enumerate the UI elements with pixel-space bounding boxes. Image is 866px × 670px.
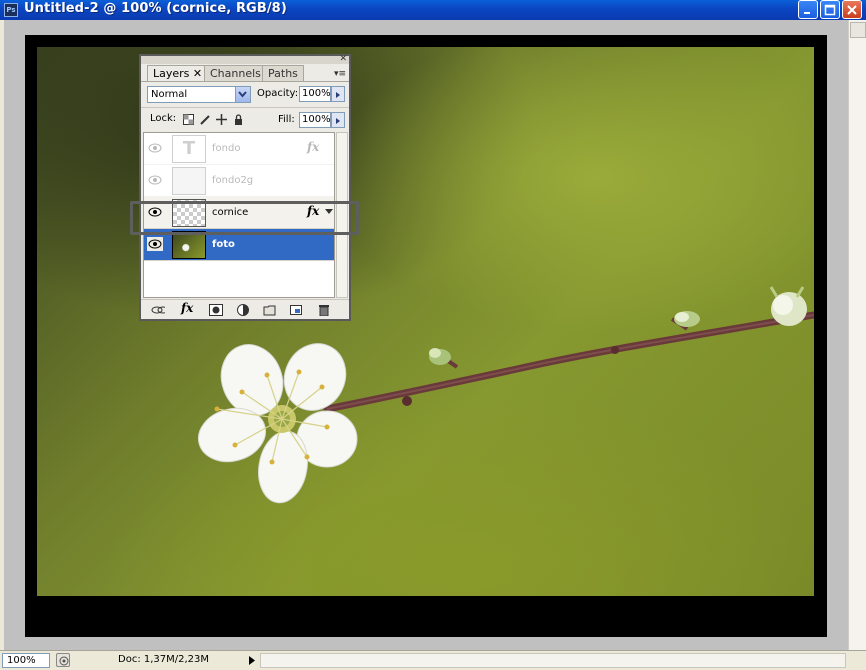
layers-toolbar: fx (141, 299, 349, 319)
tab-close-icon[interactable]: ✕ (193, 67, 202, 80)
panel-menu-icon[interactable]: ▾≡ (334, 69, 346, 79)
opacity-field[interactable]: 100% (299, 86, 331, 102)
mask-icon[interactable] (209, 304, 223, 316)
layer-name: fondo2g (212, 175, 254, 186)
opacity-arrow-button[interactable] (331, 86, 345, 102)
photoshop-document-window: Ps Untitled-2 @ 100% (cornice, RGB/8) ✕ … (0, 0, 866, 670)
minimize-icon (804, 12, 810, 14)
layer-name: foto (212, 239, 235, 250)
opacity-label: Opacity: (257, 88, 299, 99)
panel-close-icon[interactable]: ✕ (339, 54, 347, 64)
fill-arrow-button[interactable] (331, 112, 345, 128)
minimize-button[interactable] (798, 0, 818, 19)
close-icon (847, 5, 857, 15)
fill-field[interactable]: 100% (299, 112, 331, 128)
eye-icon[interactable] (147, 237, 163, 251)
eye-icon[interactable] (147, 173, 163, 187)
tab-channels[interactable]: Channels (204, 65, 267, 81)
zoom-level-field[interactable]: 100% (2, 653, 50, 668)
lock-move-icon[interactable] (216, 114, 227, 125)
lock-label: Lock: (150, 113, 177, 124)
new-layer-icon[interactable] (289, 304, 303, 316)
chevron-right-icon (336, 92, 340, 98)
close-button[interactable] (842, 0, 862, 19)
blend-mode-select[interactable]: Normal (147, 86, 251, 103)
layer-row-fondo[interactable]: T fondo fx (144, 133, 334, 165)
tab-paths[interactable]: Paths (262, 65, 304, 81)
horizontal-scrollbar[interactable] (260, 653, 846, 668)
status-info-icon[interactable] (56, 653, 70, 667)
status-bar: 100% Doc: 1,37M/2,23M (0, 650, 866, 670)
panel-drag-bar[interactable]: ✕ (141, 54, 349, 64)
link-icon[interactable] (151, 304, 165, 316)
cornice-layer-highlight (130, 201, 359, 235)
status-menu-arrow-icon[interactable] (246, 653, 258, 668)
fill-label: Fill: (278, 114, 295, 125)
fx-icon[interactable]: fx (307, 140, 319, 154)
photo-layer-thumbnail (172, 231, 206, 259)
lock-brush-icon[interactable] (200, 114, 211, 125)
layer-row-fondo2g[interactable]: fondo2g (144, 165, 334, 197)
layers-panel[interactable]: ✕ Layers ✕ Channels Paths ▾≡ Normal Opac… (139, 54, 351, 321)
tab-layers[interactable]: Layers ✕ (147, 65, 209, 81)
folder-icon[interactable] (263, 304, 277, 316)
layer-name: fondo (212, 143, 241, 154)
window-title: Untitled-2 @ 100% (cornice, RGB/8) (24, 1, 287, 16)
eye-icon[interactable] (147, 141, 163, 155)
trash-icon[interactable] (317, 304, 331, 316)
lock-all-icon[interactable] (233, 114, 244, 125)
vertical-scrollbar[interactable] (848, 20, 866, 650)
scroll-up-arrow[interactable] (850, 22, 866, 38)
doc-size-info: Doc: 1,37M/2,23M (118, 654, 210, 665)
lock-transparent-icon[interactable] (183, 114, 194, 125)
chevron-down-icon[interactable] (235, 87, 250, 102)
blend-opacity-row: Normal Opacity: 100% (141, 81, 349, 107)
layer-thumbnail (172, 167, 206, 195)
lock-fill-row: Lock: Fill: 100% (141, 107, 349, 131)
maximize-icon (824, 4, 836, 16)
photoshop-app-icon[interactable]: Ps (4, 3, 18, 17)
tab-layers-label: Layers (153, 67, 190, 80)
fx-icon[interactable]: fx (181, 301, 195, 315)
text-layer-thumbnail: T (172, 135, 206, 163)
maximize-button[interactable] (820, 0, 840, 19)
blend-mode-value: Normal (151, 89, 188, 100)
chevron-right-icon (336, 118, 340, 124)
adjustment-icon[interactable] (237, 304, 251, 316)
title-bar[interactable]: Ps Untitled-2 @ 100% (cornice, RGB/8) (0, 0, 866, 20)
